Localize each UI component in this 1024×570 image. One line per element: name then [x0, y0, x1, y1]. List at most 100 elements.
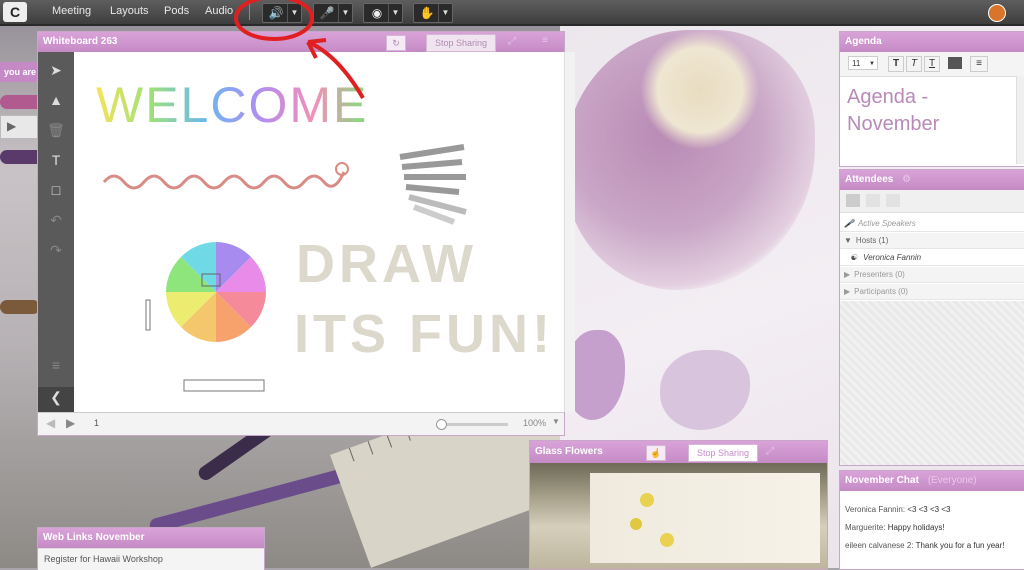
agenda-title-bar: Agenda	[840, 32, 1024, 52]
web-link-row[interactable]: Register for Hawaii Workshop	[38, 548, 264, 570]
italic-icon[interactable]: T	[906, 56, 922, 72]
text-color-icon[interactable]	[948, 57, 962, 69]
attendee-list-empty-area	[840, 301, 1024, 465]
chevron-right-icon: ▶	[844, 287, 851, 296]
flower-graphic	[660, 533, 674, 547]
fun-text-drawing: ITS FUN!	[294, 304, 554, 364]
glass-flowers-title-bar: Glass Flowers	[530, 441, 827, 463]
chat-sender: Marguerite:	[845, 523, 886, 532]
whiteboard-toolbar: ➤ ▲ 🗑 T □ ↶ ↷ ≡ ❮	[38, 52, 74, 412]
bullet-list-icon[interactable]: ≡	[970, 56, 988, 72]
menu-meeting[interactable]: Meeting	[52, 5, 91, 17]
flower-graphic	[640, 493, 654, 507]
attendees-title-bar: Attendees ⚙	[840, 170, 1024, 190]
chevron-down-icon[interactable]: ▼	[438, 4, 452, 22]
pod-title: Web Links November	[43, 532, 145, 543]
chat-message: Marguerite: Happy holidays!	[845, 522, 1015, 533]
side-pod-play[interactable]: ▶	[0, 115, 40, 139]
text-format-toolbar: 11 ▼ T T T ≡	[840, 52, 1024, 77]
drawn-rectangle	[183, 379, 265, 392]
chat-message: Veronica Fannin: <3 <3 <3 <3	[845, 504, 1015, 515]
pencil-tool-icon[interactable]: ▲	[46, 90, 66, 110]
underline-icon[interactable]: T	[924, 56, 940, 72]
shape-tool-icon[interactable]: □	[46, 180, 66, 200]
draw-text-drawing: DRAW	[296, 234, 477, 294]
annotation-circle-arrow	[234, 0, 365, 100]
pod-options-icon[interactable]: ≡	[542, 35, 548, 46]
next-page-icon[interactable]: ▶	[66, 416, 75, 430]
agenda-scrollbar[interactable]	[1016, 76, 1024, 164]
pointer-icon[interactable]: ☝	[646, 445, 666, 461]
font-size-value: 11	[852, 59, 861, 68]
attendees-pod: Attendees ⚙ 🎤 Active Speakers ▼ Hosts (1) …	[839, 169, 1024, 466]
web-link[interactable]: Register for Hawaii Workshop	[44, 554, 163, 564]
page-number: 1	[94, 418, 100, 428]
pod-title: November Chat	[845, 475, 919, 486]
fullscreen-icon[interactable]: ⤢	[766, 446, 774, 457]
hosts-group[interactable]: ▼ Hosts (1)	[840, 233, 1024, 249]
color-wheel-drawing	[166, 242, 266, 342]
chevron-down-icon: ▼	[869, 61, 875, 67]
font-size-select[interactable]: 11 ▼	[848, 56, 878, 70]
menu-layouts[interactable]: Layouts	[110, 5, 149, 17]
side-pod-tab[interactable]: you are	[0, 62, 38, 82]
fullscreen-icon[interactable]: ⤢	[508, 36, 516, 47]
list-view-icon[interactable]	[846, 194, 860, 207]
delete-icon[interactable]: 🗑	[46, 120, 66, 140]
zoom-level[interactable]: 100%	[523, 418, 546, 428]
chat-text: Thank you for a fun year!	[915, 541, 1005, 550]
participants-group[interactable]: ▶ Participants (0)	[840, 284, 1024, 300]
chevron-down-icon[interactable]: ▼	[388, 4, 402, 22]
shared-screen-image	[530, 463, 827, 569]
chevron-down-icon: ▼	[844, 236, 852, 245]
status-button[interactable]: ✋ ▼	[413, 3, 453, 23]
chat-title-bar: November Chat (Everyone)	[840, 471, 1024, 491]
chat-sender: eileen calvanese 2:	[845, 541, 914, 550]
chevron-down-icon[interactable]: ▼	[552, 417, 560, 426]
zoom-slider-handle[interactable]	[436, 419, 447, 430]
bold-icon[interactable]: T	[888, 56, 904, 72]
chat-text: Happy holidays!	[887, 523, 945, 532]
chat-pod: November Chat (Everyone) Veronica Fannin…	[839, 470, 1024, 570]
flower-graphic	[630, 518, 642, 530]
pencil-graphic	[0, 300, 40, 314]
presenters-group[interactable]: ▶ Presenters (0)	[840, 267, 1024, 283]
selection-tool-icon[interactable]: ➤	[46, 60, 66, 80]
active-speakers-label: Active Speakers	[857, 219, 916, 228]
user-options-icon[interactable]	[886, 194, 900, 207]
participants-label: Participants (0)	[854, 287, 908, 296]
menu-pods[interactable]: Pods	[164, 5, 189, 17]
pod-title: Whiteboard 263	[43, 36, 118, 47]
attendee-row[interactable]: ☯ Veronica Fannin	[840, 250, 1024, 266]
chat-message: eileen calvanese 2: Thank you for a fun …	[845, 540, 1015, 551]
undo-icon[interactable]: ↶	[46, 210, 66, 230]
sync-icon[interactable]: ↻	[386, 35, 406, 51]
expand-icon[interactable]	[866, 194, 880, 207]
glass-flowers-pod: Glass Flowers ☝ Stop Sharing ⤢	[529, 440, 828, 570]
side-pod-tab-label: you are	[4, 67, 37, 77]
squiggle-drawing	[102, 171, 346, 190]
chat-scope[interactable]: (Everyone)	[928, 475, 977, 486]
agenda-pod: Agenda 11 ▼ T T T ≡ Agenda - November	[839, 31, 1024, 167]
stop-sharing-button[interactable]: Stop Sharing	[688, 444, 759, 462]
previous-page-icon[interactable]: ◀	[46, 416, 55, 430]
main-menu-bar: C Meeting Layouts Pods Audio 🔊 ▼ 🎤 ▼ ◉ ▼…	[0, 0, 1024, 26]
whiteboard-scrollbar[interactable]	[564, 52, 575, 412]
connection-status-icon[interactable]	[988, 4, 1006, 22]
attendee-settings-icon[interactable]: ⚙	[902, 174, 911, 185]
whiteboard-footer: ◀ ▶ 1 100% ▼	[38, 412, 564, 435]
stop-sharing-button[interactable]: Stop Sharing	[426, 34, 497, 52]
web-links-pod: Web Links November Register for Hawaii W…	[37, 527, 265, 570]
microphone-icon: 🎤	[844, 219, 854, 228]
active-speakers-row: 🎤 Active Speakers	[840, 216, 1024, 232]
text-tool-icon[interactable]: T	[46, 150, 66, 170]
chat-sender: Veronica Fannin:	[845, 505, 906, 514]
layers-icon[interactable]: ≡	[46, 355, 66, 375]
agenda-content[interactable]: Agenda - November	[847, 84, 1012, 138]
collapse-toolbar-icon[interactable]: ❮	[38, 387, 74, 412]
chevron-right-icon: ▶	[844, 270, 851, 279]
zoom-slider[interactable]	[436, 419, 508, 430]
redo-icon[interactable]: ↷	[46, 240, 66, 260]
hosts-label: Hosts (1)	[855, 236, 889, 245]
pod-title: Glass Flowers	[535, 446, 603, 457]
